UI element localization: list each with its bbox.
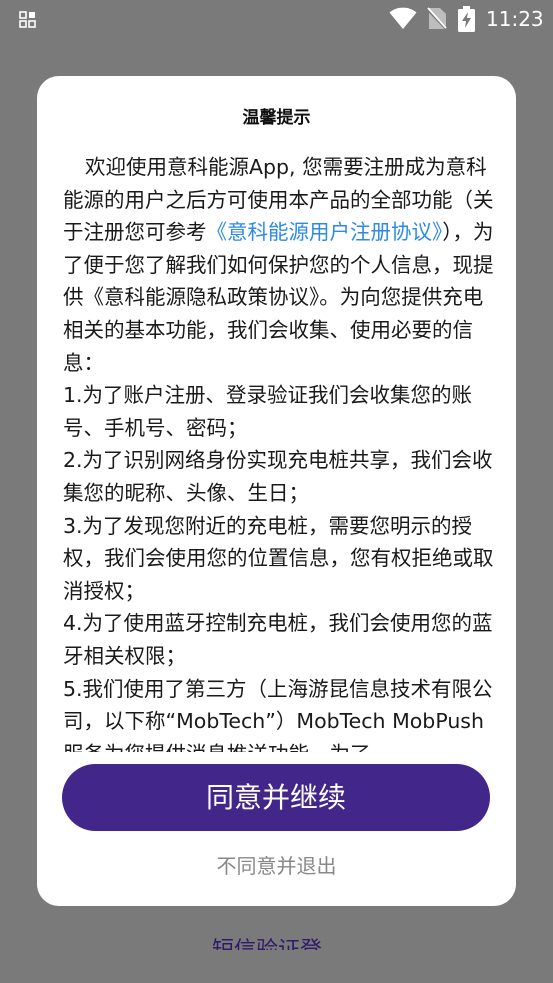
body-item-4: 4.为了使用蓝牙控制充电桩，我们会使用您的蓝牙相关权限； [63, 611, 493, 668]
body-item-1: 1.为了账户注册、登录验证我们会收集您的账号、手机号、密码； [63, 383, 473, 440]
agree-button[interactable]: 同意并继续 [62, 764, 490, 831]
status-bar: 11:23 [0, 0, 553, 38]
body-item-2: 2.为了识别网络身份实现充电桩共享，我们会收集您的昵称、头像、生日； [63, 448, 493, 505]
sms-login-link: 短信验证登录 [212, 936, 342, 950]
dialog-body[interactable]: 欢迎使用意科能源App, 您需要注册成为意科能源的用户之后方可使用本产品的全部功… [63, 151, 495, 752]
status-time: 11:23 [486, 7, 544, 31]
body-item-3: 3.为了发现您附近的充电桩，需要您明示的授权，我们会使用您的位置信息，您有权拒绝… [63, 513, 494, 603]
dialog-title: 温馨提示 [242, 108, 311, 128]
body-item-5: 5.我们使用了第三方（上海游昆信息技术有限公司，以下称“MobTech”）Mob… [63, 676, 493, 753]
battery-charging-icon [458, 6, 475, 32]
no-sim-icon [427, 7, 447, 30]
user-agreement-link[interactable]: 《意科能源用户注册协议》 [207, 220, 443, 244]
disagree-button[interactable]: 不同意并退出 [37, 852, 516, 880]
privacy-dialog: 温馨提示 欢迎使用意科能源App, 您需要注册成为意科能源的用户之后方可使用本产… [37, 76, 516, 906]
grid-icon [19, 11, 36, 28]
wifi-icon [389, 7, 417, 29]
